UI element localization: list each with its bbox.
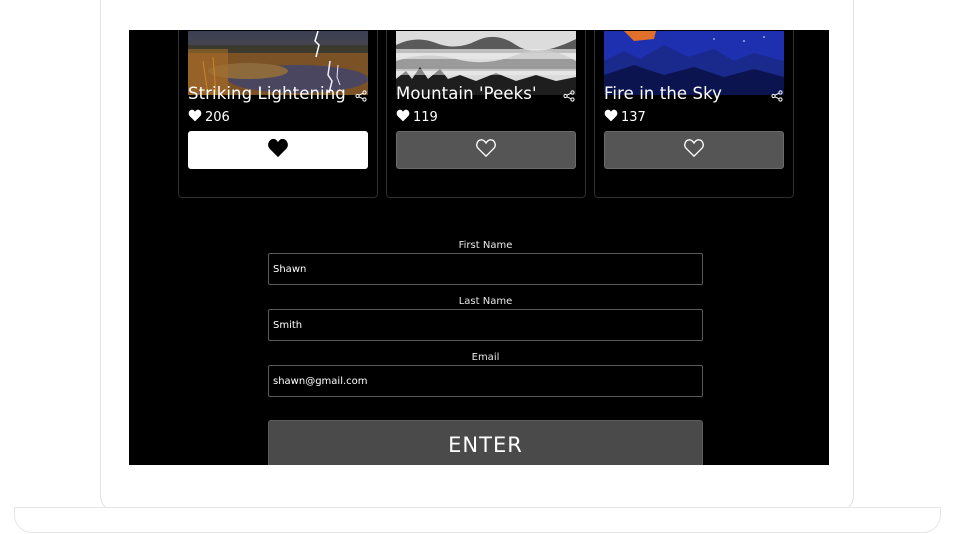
like-button[interactable] (396, 131, 576, 169)
photo-card: Fire in the Sky 137 (594, 30, 794, 198)
like-count: 206 (188, 109, 230, 126)
share-icon[interactable] (563, 87, 575, 102)
email-label: Email (471, 352, 500, 363)
signup-form: First Name Last Name Email (268, 240, 703, 408)
last-name-field[interactable] (268, 309, 703, 341)
like-count-value: 137 (621, 110, 646, 125)
like-button[interactable] (604, 131, 784, 169)
app-screen: Striking Lightening 206 Mountain 'Peeks' (129, 30, 829, 465)
like-count-value: 206 (205, 110, 230, 125)
heart-outline-icon (475, 138, 497, 162)
laptop-base (14, 507, 941, 533)
photo-card: Mountain 'Peeks' 119 (386, 30, 586, 198)
heart-icon (396, 109, 410, 126)
heart-icon (267, 138, 289, 162)
photo-card: Striking Lightening 206 (178, 30, 378, 198)
share-icon[interactable] (355, 87, 367, 102)
like-count-value: 119 (413, 110, 438, 125)
heart-outline-icon (683, 138, 705, 162)
like-count: 119 (396, 109, 438, 126)
card-title: Fire in the Sky (604, 84, 723, 103)
heart-icon (188, 109, 202, 126)
first-name-field[interactable] (268, 253, 703, 285)
first-name-label: First Name (458, 240, 513, 251)
heart-icon (604, 109, 618, 126)
enter-button[interactable]: ENTER (268, 420, 703, 465)
last-name-label: Last Name (458, 296, 513, 307)
like-count: 137 (604, 109, 646, 126)
like-button[interactable] (188, 131, 368, 169)
share-icon[interactable] (771, 87, 783, 102)
card-title: Striking Lightening (188, 84, 346, 103)
card-title: Mountain 'Peeks' (396, 84, 537, 103)
email-field[interactable] (268, 365, 703, 397)
